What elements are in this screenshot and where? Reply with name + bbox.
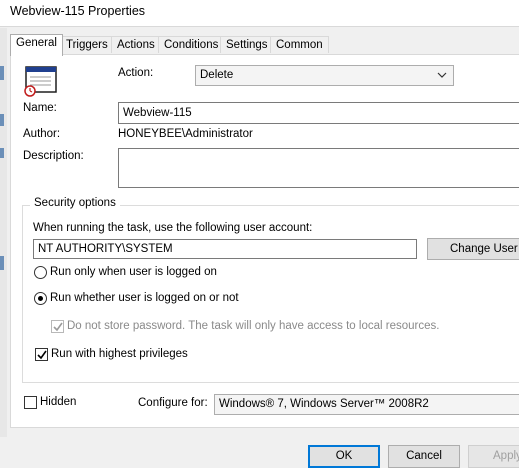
security-options-title: Security options (30, 197, 120, 209)
author-value: HONEYBEE\Administrator (118, 128, 253, 140)
hidden-checkbox[interactable] (24, 396, 37, 409)
user-account-field[interactable]: NT AUTHORITY\SYSTEM (33, 239, 417, 259)
name-field[interactable]: Webview-115 (118, 102, 519, 124)
radio-logged-on[interactable] (34, 266, 47, 279)
radio-whether-logged-on[interactable] (34, 292, 47, 305)
window-title: Webview-115 Properties (10, 4, 146, 18)
no-store-password-checkbox[interactable] (51, 320, 64, 333)
hidden-label: Hidden (40, 396, 77, 408)
tab-conditions[interactable]: Conditions (158, 36, 225, 53)
no-store-password-label: Do not store password. The task will onl… (67, 320, 440, 332)
highest-privileges-label: Run with highest privileges (51, 348, 188, 360)
tab-triggers[interactable]: Triggers (60, 36, 114, 53)
author-label: Author: (23, 128, 61, 140)
ok-button[interactable]: OK (308, 445, 380, 468)
change-user-button[interactable]: Change User or (427, 238, 519, 260)
account-prompt: When running the task, use the following… (33, 222, 313, 234)
action-select[interactable]: Delete (195, 65, 454, 86)
highest-privileges-checkbox[interactable] (35, 348, 48, 361)
action-label: Action: (118, 67, 154, 79)
chevron-down-icon (437, 66, 447, 85)
description-field[interactable] (118, 148, 519, 188)
background-window-edge (0, 28, 7, 438)
tab-actions[interactable]: Actions (111, 36, 161, 53)
name-label: Name: (23, 102, 57, 114)
title-separator (0, 26, 519, 27)
description-label: Description: (23, 150, 84, 162)
action-select-value: Delete (200, 69, 234, 81)
tab-common[interactable]: Common (270, 36, 329, 53)
tab-settings[interactable]: Settings (220, 36, 274, 53)
apply-button[interactable]: Apply (468, 445, 519, 468)
radio-selected-dot (38, 296, 43, 301)
radio-logged-on-label: Run only when user is logged on (50, 266, 217, 278)
radio-whether-label: Run whether user is logged on or not (50, 292, 239, 304)
task-window-icon (24, 66, 58, 98)
tab-general[interactable]: General (10, 34, 63, 56)
configure-for-select[interactable]: Windows® 7, Windows Server™ 2008R2 (214, 394, 519, 415)
cancel-button[interactable]: Cancel (388, 445, 460, 468)
configure-for-label: Configure for: (138, 397, 208, 409)
